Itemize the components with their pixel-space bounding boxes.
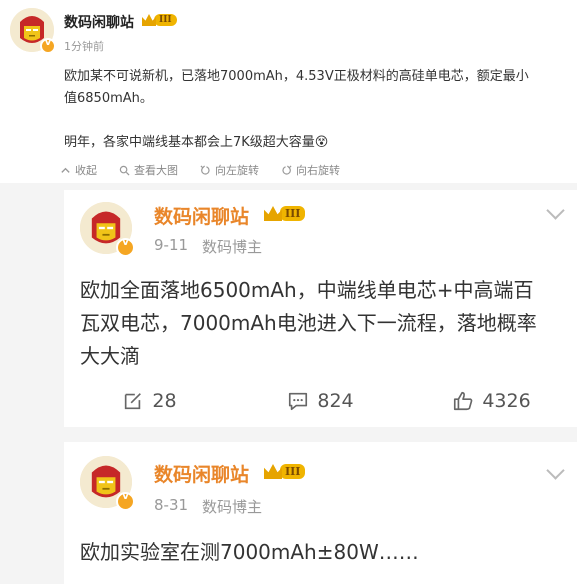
collapse-button[interactable]: 收起 <box>60 162 97 178</box>
repost-text-line3: 大大滴 <box>80 344 140 368</box>
repost-text-line1: 欧加全面落地6500mAh，中端线单电芯+中高端百 <box>80 278 534 302</box>
rotate-right-icon <box>282 164 292 175</box>
repost-card: 数码闲聊站 III 8-31 数码博主 欧加实验室在测7000mAh±80W…… <box>64 442 577 584</box>
repost-text-line2: 瓦双电芯，7000mAh电池进入下一流程，落地概率 <box>80 311 537 335</box>
rotate-left-label: 向左旋转 <box>215 164 259 177</box>
avatar[interactable] <box>80 456 135 511</box>
thumbs-up-icon <box>454 391 473 411</box>
level-label: III <box>280 206 306 221</box>
zoom-icon <box>119 165 130 176</box>
crown-icon <box>264 464 282 479</box>
level-badge: III <box>142 14 177 26</box>
like-count: 4326 <box>482 390 531 412</box>
chevron-down-icon[interactable] <box>546 461 565 480</box>
crown-icon <box>264 206 282 221</box>
author-name[interactable]: 数码闲聊站 <box>154 202 249 229</box>
view-large-label: 查看大图 <box>134 164 178 177</box>
repost-button[interactable]: 28 <box>64 386 235 416</box>
author-name[interactable]: 数码闲聊站 <box>64 12 134 32</box>
collapse-label: 收起 <box>75 164 97 177</box>
level-badge: III <box>264 206 306 221</box>
post-time: 1分钟前 <box>64 40 104 53</box>
repost-card: 数码闲聊站 III 9-11 数码博主 欧加全面落地6500mAh，中端线单电芯… <box>64 190 577 427</box>
rotate-left-icon <box>200 164 210 175</box>
author-role: 数码博主 <box>202 238 263 256</box>
post-date: 9-11 <box>154 236 189 254</box>
post-text-line2: 值6850mAh。 <box>64 91 153 106</box>
post-text-line1: 欧加某不可说新机，已落地7000mAh，4.53V正极材料的高硅单电芯，额定最小 <box>64 69 529 84</box>
level-label: III <box>280 464 306 479</box>
comment-count: 824 <box>317 390 354 412</box>
like-button[interactable]: 4326 <box>406 386 577 416</box>
stats-bar: 28 824 4326 <box>64 386 577 416</box>
avatar[interactable] <box>80 202 135 257</box>
verified-badge-icon <box>116 491 135 511</box>
post-date: 8-31 <box>154 496 189 514</box>
comment-button[interactable]: 824 <box>235 386 406 416</box>
rotate-right-label: 向右旋转 <box>296 164 340 177</box>
avatar[interactable] <box>10 8 56 54</box>
collapse-icon <box>61 167 70 173</box>
level-badge: III <box>264 464 306 479</box>
comment-icon <box>289 392 308 411</box>
chevron-down-icon[interactable] <box>546 201 565 220</box>
verified-badge-icon <box>40 37 56 54</box>
repost-text-line1: 欧加实验室在测7000mAh±80W…… <box>80 540 419 564</box>
repost-count: 28 <box>152 390 177 412</box>
author-role: 数码博主 <box>202 498 263 516</box>
repost-icon <box>125 393 142 410</box>
verified-badge-icon <box>116 237 135 257</box>
rotate-left-button[interactable]: 向左旋转 <box>200 162 259 178</box>
image-actions: 收起 查看大图 向左旋转 向右旋转 <box>60 162 340 178</box>
view-large-button[interactable]: 查看大图 <box>119 162 178 178</box>
rotate-right-button[interactable]: 向右旋转 <box>281 162 340 178</box>
post-text-line3: 明年，各家中端线基本都会上7K级超大容量😵 <box>64 135 329 150</box>
level-label: III <box>154 14 177 26</box>
crown-icon <box>142 14 156 26</box>
author-name[interactable]: 数码闲聊站 <box>154 460 249 487</box>
